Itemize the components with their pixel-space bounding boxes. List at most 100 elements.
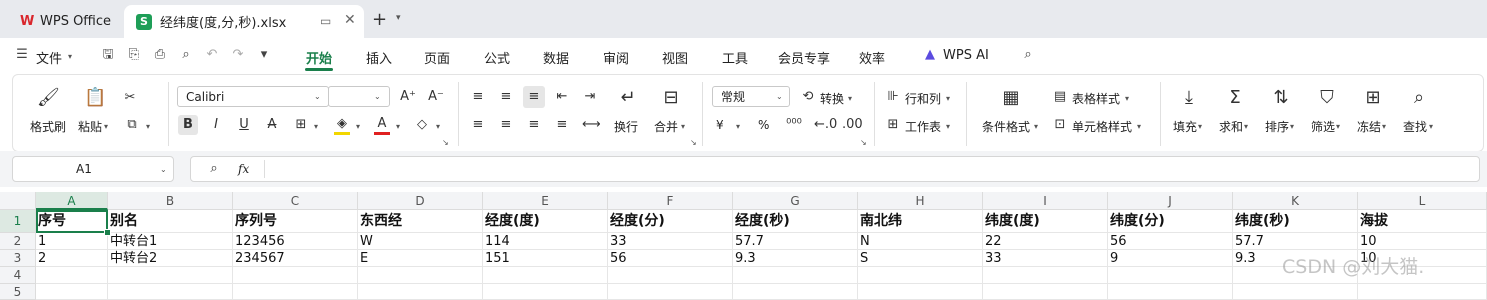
cell-h1[interactable]: 南北纬	[858, 210, 983, 233]
cell-g2[interactable]: 57.7	[733, 233, 858, 250]
chevron-down-icon[interactable]: ⌄	[160, 165, 167, 174]
print-preview-icon[interactable]: ⌕	[178, 47, 194, 63]
align-center-icon[interactable]: ≡	[498, 117, 514, 133]
font-name-dropdown[interactable]: Calibri	[177, 86, 329, 107]
column-header-h[interactable]: H	[858, 192, 983, 210]
fill-handle[interactable]	[104, 229, 111, 236]
column-header-a[interactable]: A	[36, 192, 108, 210]
decrease-decimal-icon[interactable]: .00	[842, 117, 863, 133]
conditional-format-label[interactable]: 条件格式	[982, 118, 1030, 135]
cell-e2[interactable]: 114	[483, 233, 608, 250]
cell-d3[interactable]: E	[358, 250, 483, 267]
chevron-down-icon[interactable]: ▾	[314, 122, 318, 131]
font-dialog-launcher-icon[interactable]: ↘	[442, 138, 449, 147]
worksheet-label[interactable]: 工作表	[905, 118, 941, 135]
find-label[interactable]: 查找	[1403, 118, 1427, 135]
window-restore-icon[interactable]: ▭	[320, 14, 331, 28]
chevron-down-icon[interactable]: ▾	[1034, 122, 1038, 131]
cell-h2[interactable]: N	[858, 233, 983, 250]
cell-h5[interactable]	[858, 284, 983, 300]
paste-icon[interactable]: 📋	[84, 87, 106, 109]
chevron-down-icon[interactable]: ▾	[396, 13, 401, 23]
cell-i4[interactable]	[983, 267, 1108, 284]
clear-format-icon[interactable]: ◇	[414, 117, 430, 133]
cell-l1[interactable]: 海拔	[1358, 210, 1487, 233]
increase-font-size-icon[interactable]: A⁺	[400, 89, 416, 105]
cell-g4[interactable]	[733, 267, 858, 284]
rows-columns-icon[interactable]: ⊪	[885, 89, 901, 105]
fill-icon[interactable]: ⤓	[1178, 87, 1200, 109]
column-header-k[interactable]: K	[1233, 192, 1358, 210]
merge-cells-icon[interactable]: ⊟	[660, 87, 682, 109]
search-icon[interactable]: ⌕	[1020, 47, 1036, 63]
row-header-5[interactable]: 5	[0, 284, 36, 300]
formula-input[interactable]	[190, 156, 1480, 182]
chevron-down-icon[interactable]: ▾	[436, 122, 440, 131]
name-box[interactable]	[12, 156, 174, 182]
filter-icon[interactable]: ⛉	[1316, 87, 1338, 109]
cell-d2[interactable]: W	[358, 233, 483, 250]
chevron-down-icon[interactable]: ▾	[1125, 94, 1129, 103]
freeze-panes-icon[interactable]: ⊞	[1362, 87, 1384, 109]
column-header-e[interactable]: E	[483, 192, 608, 210]
fill-label[interactable]: 填充	[1173, 118, 1197, 135]
cell-d5[interactable]	[358, 284, 483, 300]
zoom-search-icon[interactable]: ⌕	[206, 161, 222, 177]
increase-indent-icon[interactable]: ⇥	[582, 89, 598, 105]
sort-label[interactable]: 排序	[1265, 118, 1289, 135]
chevron-down-icon[interactable]: ▾	[1198, 122, 1202, 131]
chevron-down-icon[interactable]: ▾	[396, 122, 400, 131]
cell-k1[interactable]: 纬度(秒)	[1233, 210, 1358, 233]
menu-data[interactable]: 数据	[543, 48, 569, 67]
hamburger-menu-icon[interactable]: ☰	[14, 47, 30, 63]
cell-b1[interactable]: 别名	[108, 210, 233, 233]
row-header-1[interactable]: 1	[0, 210, 36, 233]
cell-a4[interactable]	[36, 267, 108, 284]
freeze-panes-label[interactable]: 冻结	[1357, 118, 1381, 135]
cell-e3[interactable]: 151	[483, 250, 608, 267]
chevron-down-icon[interactable]: ▾	[1382, 122, 1386, 131]
cell-c4[interactable]	[233, 267, 358, 284]
currency-format-icon[interactable]: ¥	[716, 118, 724, 132]
chevron-down-icon[interactable]: ▾	[1290, 122, 1294, 131]
cell-k2[interactable]: 57.7	[1233, 233, 1358, 250]
cell-g5[interactable]	[733, 284, 858, 300]
menu-tools[interactable]: 工具	[722, 48, 748, 67]
conditional-format-icon[interactable]: ▦	[1000, 87, 1022, 109]
filter-label[interactable]: 筛选	[1311, 118, 1335, 135]
save-icon[interactable]: 🖫	[100, 47, 116, 63]
cell-d4[interactable]	[358, 267, 483, 284]
row-header-2[interactable]: 2	[0, 233, 36, 250]
paste-label[interactable]: 粘贴	[78, 118, 102, 135]
sum-label[interactable]: 求和	[1219, 118, 1243, 135]
chevron-down-icon[interactable]: ▾	[848, 94, 852, 103]
cell-a3[interactable]: 2	[36, 250, 108, 267]
chevron-down-icon[interactable]: ▾	[1429, 122, 1433, 131]
menu-review[interactable]: 审阅	[603, 48, 629, 67]
column-header-f[interactable]: F	[608, 192, 733, 210]
increase-decimal-icon[interactable]: ←.0	[814, 117, 837, 133]
column-header-d[interactable]: D	[358, 192, 483, 210]
cut-icon[interactable]: ✂	[122, 90, 138, 106]
cell-l5[interactable]	[1358, 284, 1487, 300]
cell-b3[interactable]: 中转台2	[108, 250, 233, 267]
underline-icon[interactable]: U	[236, 117, 252, 133]
menu-start[interactable]: 开始	[306, 48, 332, 67]
cell-i2[interactable]: 22	[983, 233, 1108, 250]
cell-f1[interactable]: 经度(分)	[608, 210, 733, 233]
sum-icon[interactable]: Σ	[1224, 87, 1246, 109]
cell-i5[interactable]	[983, 284, 1108, 300]
wps-ai-icon[interactable]: ▲	[922, 47, 938, 63]
convert-label[interactable]: 转换	[820, 90, 844, 107]
chevron-down-icon[interactable]: ▾	[146, 122, 150, 131]
justify-icon[interactable]: ≡	[554, 117, 570, 133]
cell-b2[interactable]: 中转台1	[108, 233, 233, 250]
cell-i3[interactable]: 33	[983, 250, 1108, 267]
row-header-4[interactable]: 4	[0, 267, 36, 284]
undo-icon[interactable]: ↶	[204, 47, 220, 63]
merge-cells-label[interactable]: 合并	[654, 118, 678, 135]
cell-g3[interactable]: 9.3	[733, 250, 858, 267]
select-all-corner[interactable]	[0, 192, 36, 210]
cell-f3[interactable]: 56	[608, 250, 733, 267]
row-header-3[interactable]: 3	[0, 250, 36, 267]
